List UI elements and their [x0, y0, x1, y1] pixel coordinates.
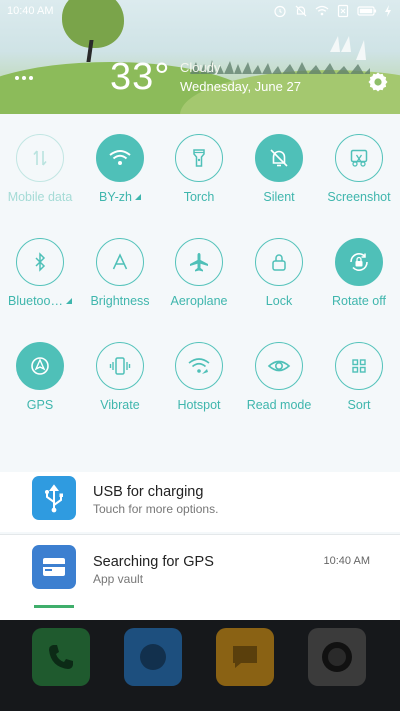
weather-condition: Cloudy: [180, 60, 221, 75]
tile-label: Aeroplane: [170, 294, 228, 308]
tile-rotate-off[interactable]: Rotate off: [323, 238, 395, 308]
tile-lock[interactable]: Lock: [243, 238, 315, 308]
tile-label: Lock: [265, 294, 293, 308]
eye-icon: [255, 342, 303, 390]
notification-subtitle: Touch for more options.: [93, 502, 219, 516]
notification-title: USB for charging: [93, 484, 204, 500]
phone-app-icon[interactable]: [32, 628, 90, 686]
tile-gps[interactable]: GPS: [4, 342, 76, 412]
usb-icon: [32, 476, 76, 520]
notification-subtitle: App vault: [93, 572, 144, 586]
brightness-icon: [96, 238, 144, 286]
notification-usb[interactable]: USB for charging Touch for more options.: [0, 472, 400, 532]
wifi-icon: [315, 4, 329, 18]
tile-label: GPS: [26, 398, 54, 412]
silent-icon: [255, 134, 303, 182]
wifi-icon: [96, 134, 144, 182]
tile-label: Mobile data: [7, 190, 73, 204]
tile-brightness[interactable]: Brightness: [84, 238, 156, 308]
gps-icon: [16, 342, 64, 390]
mobile-data-icon: [16, 134, 64, 182]
tile-mobile-data[interactable]: Mobile data: [4, 134, 76, 204]
messages-app-icon[interactable]: [216, 628, 274, 686]
notification-gps[interactable]: Searching for GPS App vault 10:40 AM: [0, 535, 400, 605]
rotate-lock-icon: [335, 238, 383, 286]
alarm-icon: [273, 4, 287, 18]
status-bar: 10:40 AM: [0, 0, 400, 24]
browser-app-icon[interactable]: [124, 628, 182, 686]
partial-notification-icon: [34, 605, 74, 608]
charging-icon: [384, 4, 392, 18]
notification-partial: [0, 605, 400, 620]
tile-label: Rotate off: [332, 294, 386, 308]
tile-label: Read mode: [246, 398, 312, 412]
aeroplane-icon: [175, 238, 223, 286]
lock-icon: [255, 238, 303, 286]
home-dock: [0, 620, 400, 711]
sort-grid-icon: [335, 342, 383, 390]
screenshot-icon: [335, 134, 383, 182]
weather-temperature: 33°: [110, 56, 171, 98]
tile-label: Torch: [183, 190, 215, 204]
wifi-network-name: BY-zh: [99, 190, 132, 204]
notification-title: Searching for GPS: [93, 554, 214, 570]
settings-gear-icon[interactable]: [366, 70, 390, 94]
tile-bluetooth[interactable]: Bluetoo…: [4, 238, 76, 308]
tile-label: BY-zh: [84, 190, 156, 204]
hotspot-icon: [175, 342, 223, 390]
tile-label: Screenshot: [327, 190, 391, 204]
screen: 10:40 AM 33° Cloudy Wednesday, June 27 M…: [0, 0, 400, 711]
tile-wifi[interactable]: BY-zh: [84, 134, 156, 204]
more-options-icon[interactable]: [14, 72, 34, 84]
sim-icon: [336, 4, 350, 18]
expand-arrow-icon[interactable]: [134, 194, 141, 200]
expand-arrow-icon[interactable]: [65, 298, 72, 304]
mute-icon: [294, 4, 308, 18]
bluetooth-label: Bluetoo…: [8, 294, 63, 308]
torch-icon: [175, 134, 223, 182]
tile-read-mode[interactable]: Read mode: [243, 342, 315, 412]
weather-date: Wednesday, June 27: [180, 79, 301, 94]
tile-label: Bluetoo…: [4, 294, 76, 308]
tile-label: Hotspot: [177, 398, 221, 412]
bluetooth-icon: [16, 238, 64, 286]
tile-silent[interactable]: Silent: [243, 134, 315, 204]
tile-aeroplane[interactable]: Aeroplane: [163, 238, 235, 308]
tile-hotspot[interactable]: Hotspot: [163, 342, 235, 412]
camera-app-icon[interactable]: [308, 628, 366, 686]
notification-time: 10:40 AM: [323, 555, 370, 567]
scenery-sail: [341, 36, 351, 52]
status-icons: [273, 4, 392, 18]
tile-label: Silent: [263, 190, 295, 204]
vibrate-icon: [96, 342, 144, 390]
battery-icon: [357, 4, 377, 18]
app-vault-icon: [32, 545, 76, 589]
tile-label: Brightness: [90, 294, 150, 308]
tile-label: Sort: [347, 398, 371, 412]
scenery-sail: [356, 40, 366, 60]
tile-vibrate[interactable]: Vibrate: [84, 342, 156, 412]
status-time: 10:40 AM: [7, 5, 54, 17]
scenery-sail: [330, 36, 340, 52]
weather-header: 10:40 AM 33° Cloudy Wednesday, June 27: [0, 0, 400, 114]
tile-screenshot[interactable]: Screenshot: [323, 134, 395, 204]
tile-label: Vibrate: [100, 398, 140, 412]
tile-torch[interactable]: Torch: [163, 134, 235, 204]
tile-sort[interactable]: Sort: [323, 342, 395, 412]
